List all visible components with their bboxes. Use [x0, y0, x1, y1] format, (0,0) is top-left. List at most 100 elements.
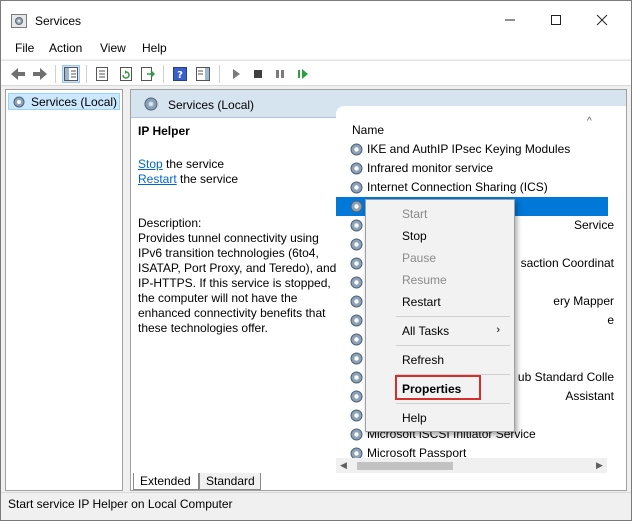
service-name: ub Standard Colle	[517, 370, 614, 384]
pane-header-title: Services (Local)	[168, 98, 255, 112]
list-item[interactable]: Microsoft Passport	[336, 444, 608, 458]
stop-suffix: the service	[162, 157, 225, 171]
services-app-icon	[11, 14, 27, 28]
menu-bar: File Action View Help	[1, 39, 631, 59]
maximize-button[interactable]	[533, 1, 579, 39]
minimize-icon	[505, 19, 515, 21]
menu-file[interactable]: File	[15, 41, 34, 55]
toolbar-separator	[55, 65, 56, 83]
restart-icon	[298, 69, 308, 79]
service-gear-icon	[349, 161, 364, 176]
maximize-icon	[551, 15, 561, 25]
service-gear-icon	[349, 275, 364, 290]
service-name: saction Coordinat	[520, 256, 614, 270]
view-tabs: Extended Standard	[130, 473, 627, 491]
horizontal-scroll-thumb[interactable]	[357, 462, 453, 470]
context-menu-start[interactable]: Start	[369, 203, 512, 225]
service-gear-icon	[349, 427, 364, 442]
context-menu-label: Start	[402, 207, 428, 221]
context-menu-help[interactable]: Help	[369, 407, 512, 429]
service-gear-icon	[349, 218, 364, 233]
refresh-icon	[120, 67, 132, 81]
column-header-name[interactable]: Name	[352, 123, 384, 137]
stop-service-button[interactable]	[249, 65, 267, 83]
services-gear-icon	[144, 97, 158, 111]
stop-action-line: Stop the service	[138, 157, 224, 171]
context-menu-label: Stop	[402, 229, 427, 243]
close-button[interactable]	[579, 1, 625, 39]
service-name: e	[607, 313, 614, 327]
service-gear-icon	[349, 294, 364, 309]
help-toolbar-button[interactable]: ?	[171, 65, 189, 83]
list-item[interactable]: Infrared monitor service	[336, 159, 608, 178]
menu-help[interactable]: Help	[142, 41, 167, 55]
context-menu-label: Help	[402, 411, 427, 425]
tree-item-services-local[interactable]: Services (Local)	[8, 93, 120, 110]
context-menu-resume[interactable]: Resume	[369, 269, 512, 291]
svg-text:?: ?	[177, 70, 183, 81]
forward-button[interactable]	[31, 65, 49, 83]
context-menu-label: Refresh	[402, 353, 445, 367]
show-hide-console-tree-button[interactable]	[62, 65, 80, 83]
console-tree-icon	[64, 67, 78, 81]
service-gear-icon	[349, 237, 364, 252]
export-list-icon	[141, 67, 155, 81]
refresh-toolbar-button[interactable]	[117, 65, 135, 83]
properties-page-icon	[96, 67, 108, 81]
services-gear-icon	[13, 96, 25, 107]
context-menu-label: Restart	[402, 295, 441, 309]
forward-arrow-icon	[33, 68, 47, 80]
description-label: Description:	[138, 216, 202, 230]
play-icon	[233, 69, 240, 79]
service-name: Internet Connection Sharing (ICS)	[367, 180, 548, 194]
restart-service-link[interactable]: Restart	[138, 172, 177, 186]
list-item[interactable]: IKE and AuthIP IPsec Keying Modules	[336, 140, 608, 159]
context-menu-all-tasks[interactable]: All Tasks ›	[369, 320, 512, 342]
service-gear-icon	[349, 351, 364, 366]
context-menu-pause[interactable]: Pause	[369, 247, 512, 269]
service-name: Infrared monitor service	[367, 161, 494, 175]
pause-icon	[276, 70, 284, 78]
service-description-pane: IP Helper Stop the service Restart the s…	[131, 118, 338, 474]
service-name: Service	[573, 218, 614, 232]
restart-service-button[interactable]	[294, 65, 312, 83]
back-button[interactable]	[9, 65, 27, 83]
show-action-pane-button[interactable]	[194, 65, 212, 83]
properties-highlight-box	[395, 375, 481, 400]
tab-standard[interactable]: Standard	[199, 473, 261, 490]
properties-toolbar-button[interactable]	[93, 65, 111, 83]
context-menu-separator	[396, 403, 510, 404]
service-gear-icon	[349, 332, 364, 347]
scroll-right-icon[interactable]: ▶	[592, 458, 607, 473]
sort-ascending-icon: ^	[587, 116, 592, 127]
action-pane-icon	[196, 67, 210, 81]
export-list-button[interactable]	[139, 65, 157, 83]
menu-view[interactable]: View	[100, 41, 126, 55]
horizontal-scrollbar[interactable]: ◀ ▶	[336, 458, 607, 473]
tab-extended[interactable]: Extended	[133, 473, 199, 490]
service-name: Assistant	[565, 389, 614, 403]
service-gear-icon	[349, 408, 364, 423]
service-gear-icon	[349, 446, 364, 458]
service-gear-icon	[349, 389, 364, 404]
list-item[interactable]: Internet Connection Sharing (ICS)	[336, 178, 608, 197]
close-icon	[596, 14, 608, 26]
context-menu-restart[interactable]: Restart	[369, 291, 512, 313]
status-bar: Start service IP Helper on Local Compute…	[1, 492, 631, 520]
pause-service-button[interactable]	[271, 65, 289, 83]
restart-suffix: the service	[176, 172, 239, 186]
menu-action[interactable]: Action	[49, 41, 82, 55]
context-menu-separator	[396, 345, 510, 346]
minimize-button[interactable]	[487, 1, 533, 39]
start-service-button[interactable]	[227, 65, 245, 83]
service-name: ery Mapper	[553, 294, 614, 308]
context-menu-refresh[interactable]: Refresh	[369, 349, 512, 371]
service-name: IKE and AuthIP IPsec Keying Modules	[367, 142, 571, 156]
status-text: Start service IP Helper on Local Compute…	[8, 497, 233, 511]
context-menu-stop[interactable]: Stop	[369, 225, 512, 247]
selected-service-name: IP Helper	[138, 124, 190, 138]
scroll-left-icon[interactable]: ◀	[336, 458, 351, 473]
stop-service-link[interactable]: Stop	[138, 157, 163, 171]
submenu-chevron-icon: ›	[496, 324, 500, 336]
service-gear-icon	[349, 313, 364, 328]
